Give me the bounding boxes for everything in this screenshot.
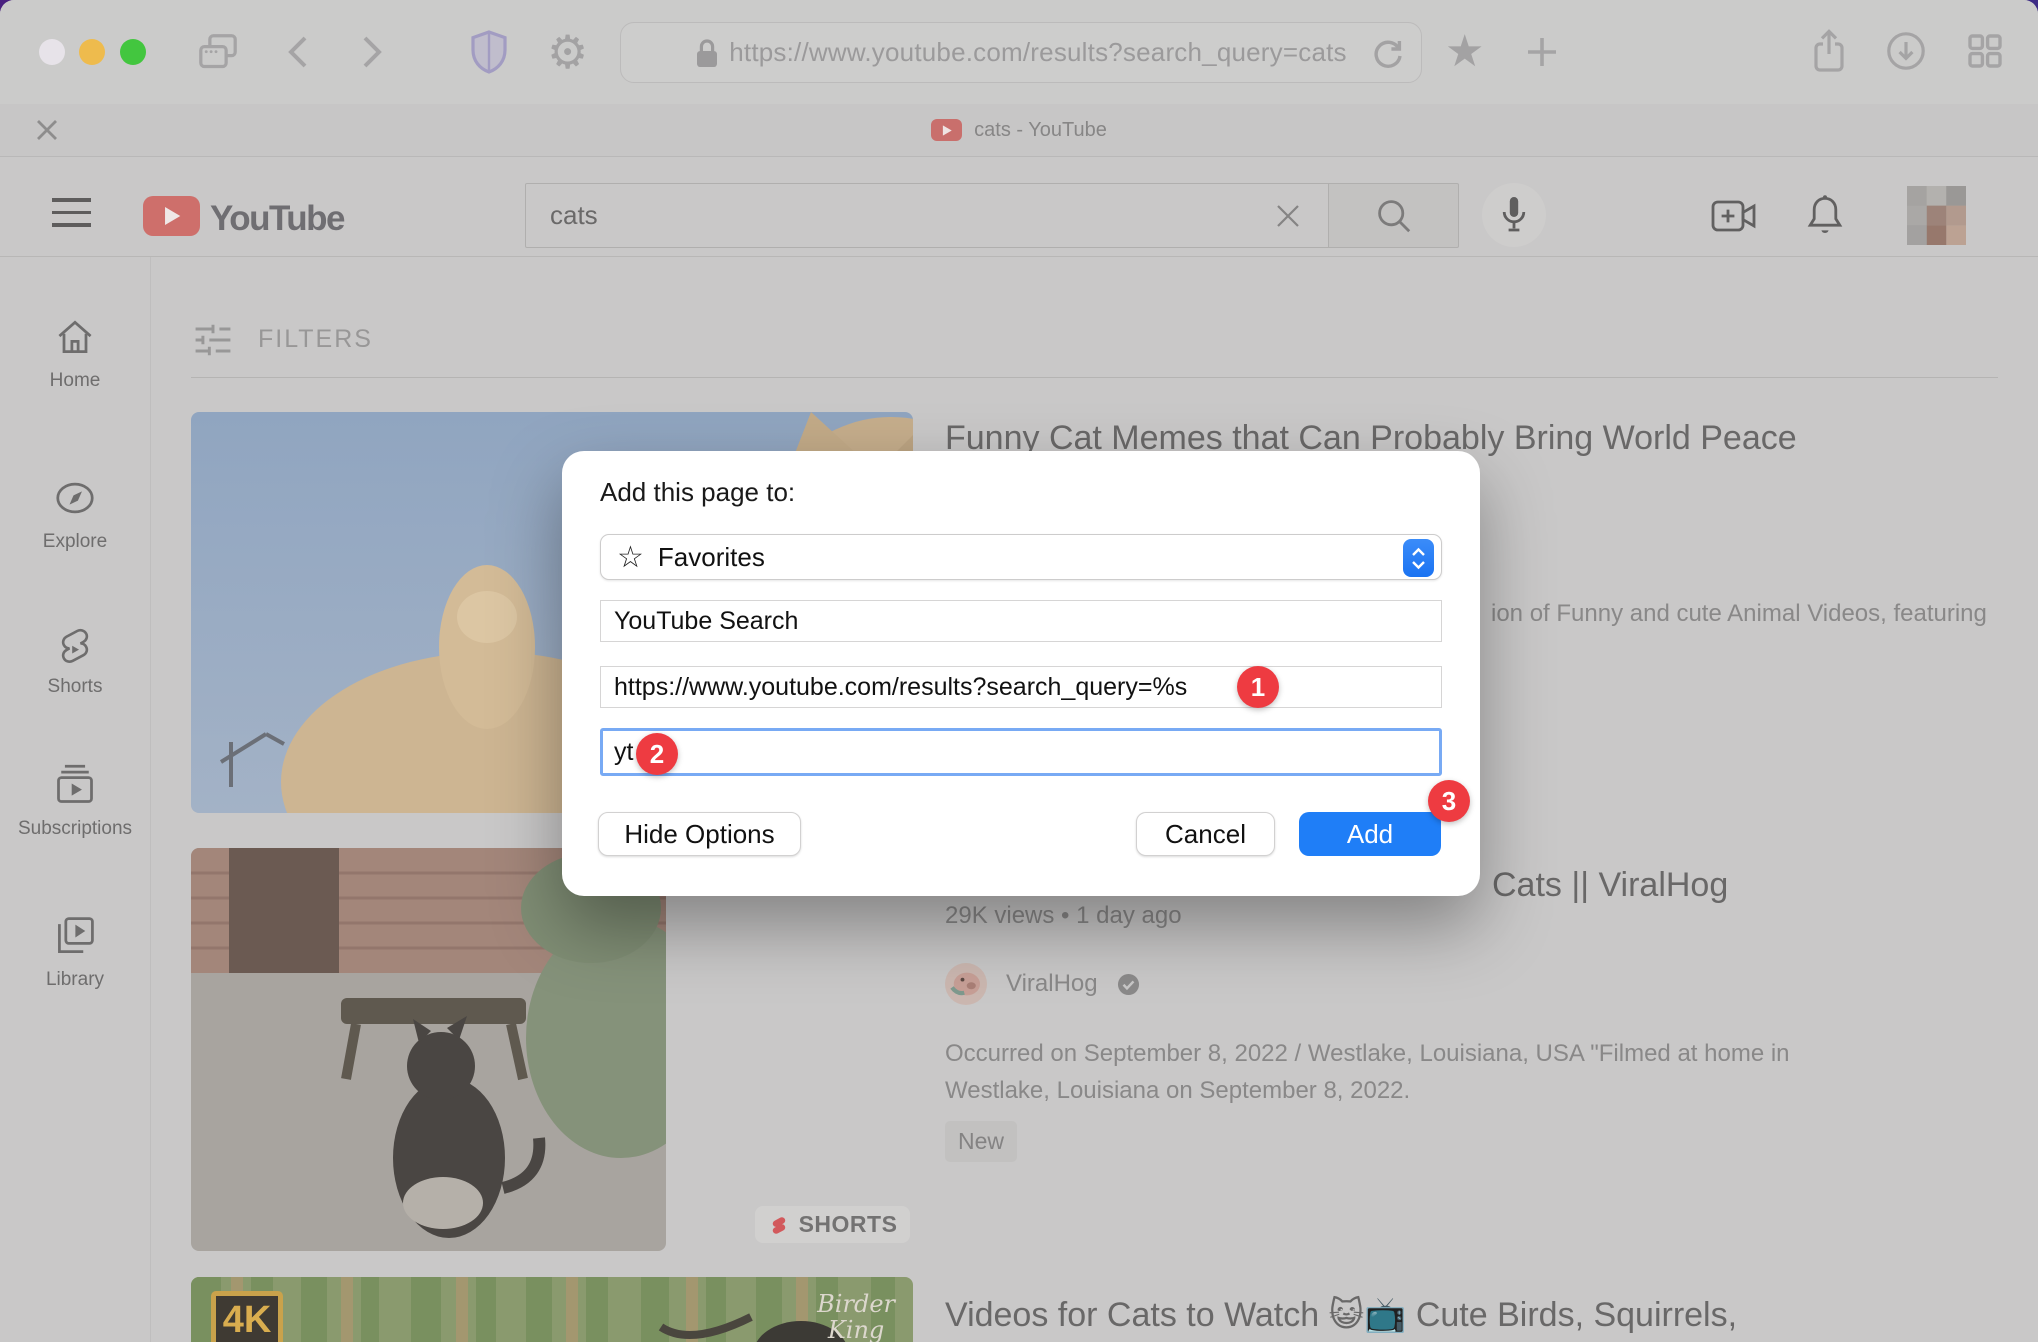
tab-bar: cats - YouTube	[0, 104, 2038, 157]
sidebar-item-explore[interactable]: Explore	[0, 476, 150, 553]
back-icon[interactable]	[287, 35, 309, 69]
dialog-label: Add this page to:	[600, 477, 795, 508]
shield-icon[interactable]	[470, 30, 508, 74]
result-meta: 29K views • 1 day ago	[945, 902, 1182, 930]
voice-search-button[interactable]	[1482, 183, 1546, 247]
channel-row[interactable]: ViralHog	[945, 963, 1140, 1005]
youtube-search-button[interactable]	[1329, 183, 1459, 248]
add-button[interactable]: Add	[1299, 812, 1441, 856]
tab-overview-icon[interactable]	[196, 33, 240, 71]
notifications-bell-icon[interactable]	[1805, 194, 1845, 238]
desktop: ⚙ https://www.youtube.com/results?search…	[0, 0, 2038, 1342]
bookmark-url-value: https://www.youtube.com/results?search_q…	[614, 673, 1187, 702]
magnifier-icon	[1376, 198, 1412, 234]
verified-badge-icon	[1117, 973, 1140, 996]
shorts-badge-icon	[768, 1212, 790, 1238]
traffic-minimize-button[interactable]	[79, 39, 105, 65]
sidebar-item-label: Shorts	[0, 676, 150, 698]
favorites-star-icon: ☆	[617, 540, 644, 575]
result-description: Occurred on September 8, 2022 / Westlake…	[945, 1035, 1890, 1109]
downloads-icon[interactable]	[1886, 31, 1926, 71]
sidebar-divider	[150, 257, 151, 1342]
sidebar-item-label: Home	[0, 370, 150, 392]
result-description-fragment: ion of Funny and cute Animal Videos, fea…	[1491, 600, 1987, 628]
share-icon[interactable]	[1810, 28, 1848, 74]
keyword-value: yt	[614, 738, 633, 767]
forward-icon[interactable]	[361, 35, 383, 69]
gear-icon[interactable]: ⚙	[547, 29, 588, 75]
bookmark-url-input[interactable]: https://www.youtube.com/results?search_q…	[600, 666, 1442, 708]
new-tab-plus-icon[interactable]	[1524, 34, 1560, 70]
account-avatar[interactable]	[1907, 186, 1966, 245]
hamburger-menu-icon[interactable]	[52, 198, 91, 227]
library-icon	[53, 914, 97, 958]
bookmark-name-input[interactable]: YouTube Search	[600, 600, 1442, 642]
shorts-badge: SHORTS	[755, 1206, 910, 1243]
folder-select-value: Favorites	[658, 542, 765, 573]
sidebar-item-label: Library	[0, 969, 150, 991]
youtube-search-value: cats	[526, 200, 1274, 231]
sidebar-item-shorts[interactable]: Shorts	[0, 623, 150, 698]
vegetation-image	[191, 1277, 913, 1342]
create-video-icon[interactable]	[1711, 198, 1757, 234]
home-icon	[53, 315, 97, 359]
birder-king-watermark: Birder King	[817, 1291, 895, 1342]
mic-icon	[1497, 195, 1531, 235]
youtube-favicon	[931, 119, 962, 141]
filters-icon[interactable]	[191, 318, 235, 362]
browser-toolbar: ⚙ https://www.youtube.com/results?search…	[0, 0, 2038, 104]
search-clear-icon[interactable]	[1274, 202, 1302, 230]
sidebar-item-home[interactable]: Home	[0, 315, 150, 392]
sidebar-item-subscriptions[interactable]: Subscriptions	[0, 763, 150, 840]
youtube-search-input[interactable]: cats	[525, 183, 1329, 248]
lock-icon	[695, 37, 719, 69]
sidebar-item-library[interactable]: Library	[0, 914, 150, 991]
reload-icon[interactable]	[1373, 38, 1403, 70]
folder-select[interactable]: ☆ Favorites	[600, 534, 1442, 580]
video-thumbnail-videos-for-cats[interactable]: 4K Birder King	[191, 1277, 913, 1342]
traffic-close-button[interactable]	[39, 39, 65, 65]
add-page-dialog: Add this page to: ☆ Favorites YouTube Se…	[562, 451, 1480, 896]
youtube-header: YouTube cats	[0, 157, 2038, 257]
select-stepper	[1403, 539, 1434, 577]
chevron-down-icon	[1411, 560, 1426, 570]
browser-window: ⚙ https://www.youtube.com/results?search…	[0, 0, 2038, 1342]
bookmark-star-icon[interactable]: ★	[1445, 30, 1484, 74]
active-tab[interactable]: cats - YouTube	[0, 104, 2038, 156]
4k-badge: 4K	[211, 1291, 283, 1342]
youtube-wordmark[interactable]: YouTube	[210, 199, 344, 239]
result-title[interactable]: Videos for Cats to Watch 😺📺 Cute Birds, …	[945, 1295, 1865, 1335]
traffic-zoom-button[interactable]	[120, 39, 146, 65]
shorts-badge-label: SHORTS	[799, 1211, 898, 1238]
channel-avatar	[945, 963, 987, 1005]
new-badge: New	[945, 1121, 1017, 1162]
sidebar-item-label: Explore	[0, 531, 150, 553]
annotation-step-3-badge: 3	[1428, 780, 1470, 822]
result-title-fragment[interactable]: Cats || ViralHog	[1492, 866, 1728, 905]
annotation-step-2-badge: 2	[636, 733, 678, 775]
youtube-logo-icon[interactable]	[143, 196, 200, 236]
video-thumbnail-viralhog-cats[interactable]	[191, 848, 666, 1251]
filters-label[interactable]: FILTERS	[258, 325, 373, 354]
sidebar-item-label: Subscriptions	[0, 818, 150, 840]
results-divider	[191, 377, 1998, 378]
explore-compass-icon	[53, 476, 97, 520]
cancel-button[interactable]: Cancel	[1136, 812, 1275, 856]
hide-options-button[interactable]: Hide Options	[598, 812, 801, 856]
annotation-step-1-badge: 1	[1237, 666, 1279, 708]
chevron-up-icon	[1411, 547, 1426, 557]
address-bar[interactable]: https://www.youtube.com/results?search_q…	[620, 22, 1422, 83]
bookmark-name-value: YouTube Search	[614, 607, 798, 636]
channel-name[interactable]: ViralHog	[1006, 970, 1098, 998]
extensions-grid-icon[interactable]	[1966, 32, 2004, 70]
subscriptions-icon	[53, 763, 97, 807]
cat-courtyard-image	[191, 848, 666, 1251]
address-url: https://www.youtube.com/results?search_q…	[729, 37, 1347, 68]
keyword-input[interactable]: yt	[600, 728, 1442, 776]
tab-title: cats - YouTube	[974, 119, 1107, 142]
shorts-icon	[54, 623, 96, 665]
